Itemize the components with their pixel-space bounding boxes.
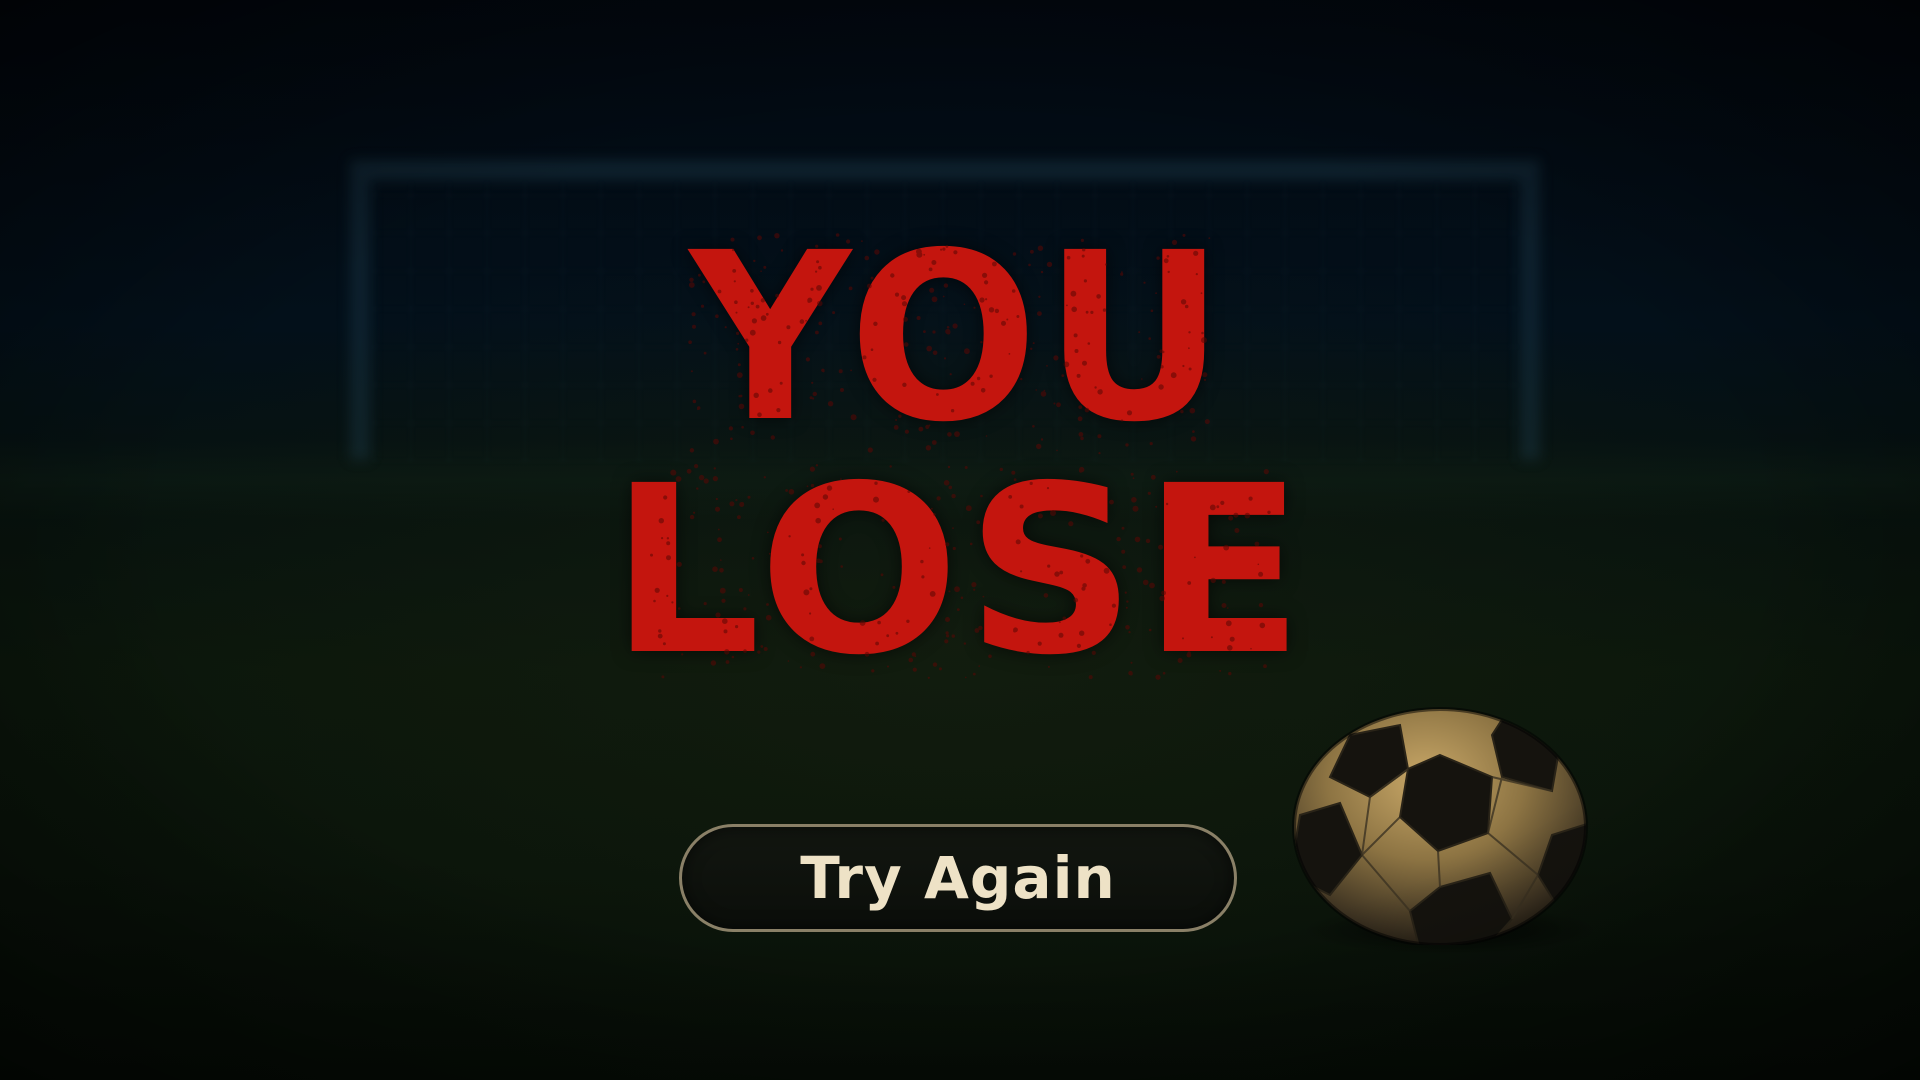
game-over-screen: YOU LOSE Try Again (0, 0, 1920, 1080)
result-title-line-1: YOU (689, 203, 1231, 473)
soccer-ball-icon (1292, 707, 1588, 945)
result-title-line-2: LOSE (609, 436, 1311, 706)
try-again-label: Try Again (800, 844, 1116, 912)
try-again-button[interactable]: Try Again (679, 824, 1237, 932)
